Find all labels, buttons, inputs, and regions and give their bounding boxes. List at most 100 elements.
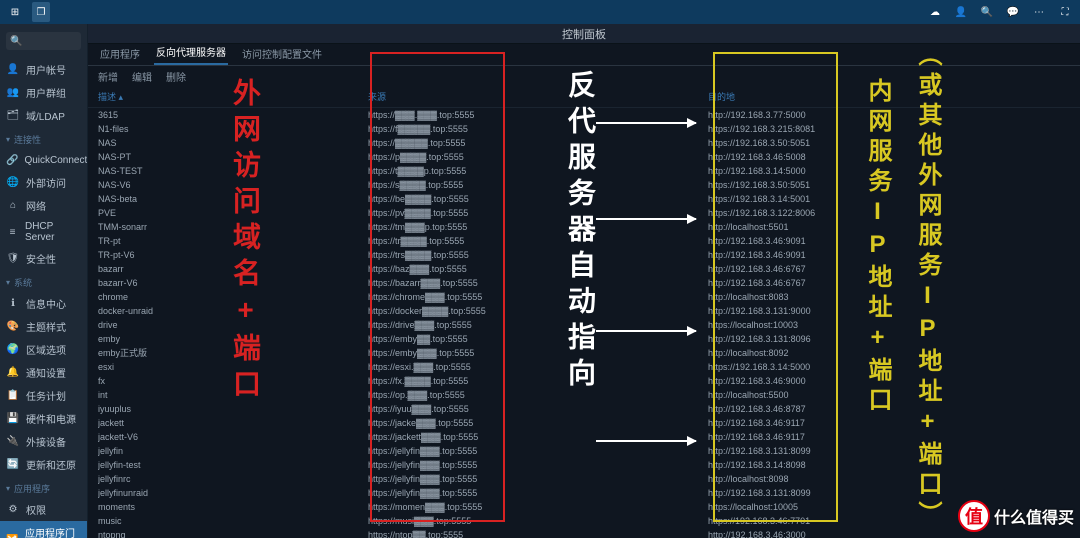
sidebar-icon: 🔗 — [6, 153, 18, 167]
messages-icon[interactable]: 💬 — [1004, 3, 1022, 21]
table-row[interactable]: N1-fileshttps://f▓▓▓▓▓.top:5555https://1… — [98, 122, 1070, 136]
cell-dst: http://192.168.3.46:6767 — [708, 263, 1070, 275]
fullscreen-icon[interactable]: ⛶ — [1056, 3, 1074, 21]
sidebar-group-app[interactable]: 应用程序 — [0, 476, 87, 498]
cell-desc: NAS-beta — [98, 193, 368, 205]
sidebar-item[interactable]: 🌐外部访问 — [0, 171, 87, 194]
cell-src: https://t▓▓▓▓p.top:5555 — [368, 165, 708, 177]
cell-dst: http://localhost:5500 — [708, 389, 1070, 401]
sidebar-item[interactable]: 🎨主题样式 — [0, 315, 87, 338]
table-row[interactable]: NAS-PThttps://p▓▓▓▓.top:5555http://192.1… — [98, 150, 1070, 164]
cell-desc: jackett-V6 — [98, 431, 368, 443]
table-row[interactable]: ntopnghttps://ntop▓▓.top:5555http://192.… — [98, 528, 1070, 538]
cell-src: https://jacke▓▓▓.top:5555 — [368, 417, 708, 429]
cell-desc: fx — [98, 375, 368, 387]
table-row[interactable]: fxhttps://fx.▓▓▓▓.top:5555http://192.168… — [98, 374, 1070, 388]
tab[interactable]: 访问控制配置文件 — [240, 42, 324, 65]
cell-src: https://be▓▓▓▓.top:5555 — [368, 193, 708, 205]
sidebar-item[interactable]: 👤用户帐号 — [0, 58, 87, 81]
col-desc[interactable]: 描述 ▴ — [98, 90, 368, 103]
sidebar-icon: 🗂 — [6, 109, 20, 123]
sidebar-group-sys[interactable]: 系统 — [0, 270, 87, 292]
sidebar-item[interactable]: ℹ信息中心 — [0, 292, 87, 315]
cell-src: https://fx.▓▓▓▓.top:5555 — [368, 375, 708, 387]
tab[interactable]: 应用程序 — [98, 42, 142, 65]
sidebar-item[interactable]: 🛡安全性 — [0, 247, 87, 270]
sidebar-item[interactable]: 🌍区域选项 — [0, 338, 87, 361]
table-row[interactable]: jackett-V6https://jackett▓▓▓.top:5555htt… — [98, 430, 1070, 444]
tab[interactable]: 反向代理服务器 — [154, 40, 228, 65]
table-row[interactable]: NAS-V6https://s▓▓▓▓.top:5555https://192.… — [98, 178, 1070, 192]
more-icon[interactable]: ⋯ — [1030, 3, 1048, 21]
cell-desc: drive — [98, 319, 368, 331]
sidebar-item[interactable]: ≡DHCP Server — [0, 217, 87, 247]
cell-src: https://tm▓▓▓p.top:5555 — [368, 221, 708, 233]
table-row[interactable]: emby正式版https://emby▓▓▓.top:5555http://lo… — [98, 346, 1070, 360]
cell-src: https://musi▓▓▓.top:5555 — [368, 515, 708, 527]
table-row[interactable]: NAS-betahttps://be▓▓▓▓.top:5555https://1… — [98, 192, 1070, 206]
table-row[interactable]: NAS-TESThttps://t▓▓▓▓p.top:5555http://19… — [98, 164, 1070, 178]
cell-src: https://pv▓▓▓▓.top:5555 — [368, 207, 708, 219]
sidebar-item[interactable]: ⚙权限 — [0, 498, 87, 521]
sidebar-label: QuickConnect — [24, 155, 87, 166]
cell-src: https://jellyfin▓▓▓.top:5555 — [368, 445, 708, 457]
cell-dst: https://192.168.3.50:5051 — [708, 179, 1070, 191]
action-button[interactable]: 编辑 — [132, 69, 152, 84]
cell-desc: TR-pt — [98, 235, 368, 247]
sidebar-item[interactable]: 🔔通知设置 — [0, 361, 87, 384]
sidebar-group-conn[interactable]: 连接性 — [0, 127, 87, 149]
action-button[interactable]: 新增 — [98, 69, 118, 84]
table-row[interactable]: bazarr-V6https://bazarr▓▓▓.top:5555http:… — [98, 276, 1070, 290]
table-row[interactable]: drivehttps://drive▓▓▓.top:5555https://lo… — [98, 318, 1070, 332]
table-row[interactable]: TR-pt-V6https://trs▓▓▓▓.top:5555http://1… — [98, 248, 1070, 262]
table-row[interactable]: musichttps://musi▓▓▓.top:5555https://192… — [98, 514, 1070, 528]
table-row[interactable]: jellyfinunraidhttps://jellyfin▓▓▓.top:55… — [98, 486, 1070, 500]
table-row[interactable]: PVEhttps://pv▓▓▓▓.top:5555https://192.16… — [98, 206, 1070, 220]
table-row[interactable]: embyhttps://emby▓▓.top:5555http://192.16… — [98, 332, 1070, 346]
sidebar-item[interactable]: 🔌外接设备 — [0, 430, 87, 453]
table-row[interactable]: momentshttps://momen▓▓▓.top:5555https://… — [98, 500, 1070, 514]
sidebar-label: 网络 — [26, 198, 46, 213]
table-row[interactable]: esxihttps://esxi.▓▓▓.top:5555https://192… — [98, 360, 1070, 374]
sidebar-item[interactable]: 💾硬件和电源 — [0, 407, 87, 430]
table-row[interactable]: TR-pthttps://tr▓▓▓▓.top:5555http://192.1… — [98, 234, 1070, 248]
upload-icon[interactable]: ☁ — [926, 3, 944, 21]
table-row[interactable]: jellyfinhttps://jellyfin▓▓▓.top:5555http… — [98, 444, 1070, 458]
apps-icon[interactable]: ⊞ — [6, 3, 24, 21]
cell-desc: TR-pt-V6 — [98, 249, 368, 261]
window-icon[interactable]: ❐ — [32, 2, 50, 22]
cell-desc: music — [98, 515, 368, 527]
table-row[interactable]: iyuuplushttps://iyuu▓▓▓.top:5555http://1… — [98, 402, 1070, 416]
sidebar-item[interactable]: 🔄更新和还原 — [0, 453, 87, 476]
table-row[interactable]: NAShttps://▓▓▓▓▓.top:5555https://192.168… — [98, 136, 1070, 150]
sidebar-item[interactable]: 👥用户群组 — [0, 81, 87, 104]
col-dst[interactable]: 目的地 — [708, 90, 1070, 103]
search-input[interactable]: 🔍 — [6, 32, 81, 50]
table-row[interactable]: 3615https://▓▓▓.▓▓▓.top:5555http://192.1… — [98, 108, 1070, 122]
table-row[interactable]: jellyfin-testhttps://jellyfin▓▓▓.top:555… — [98, 458, 1070, 472]
cell-desc: jellyfin-test — [98, 459, 368, 471]
table-row[interactable]: jellyfinrchttps://jellyfin▓▓▓.top:5555ht… — [98, 472, 1070, 486]
user-icon[interactable]: 👤 — [952, 3, 970, 21]
cell-dst: https://192.168.3.14:5000 — [708, 361, 1070, 373]
cell-desc: chrome — [98, 291, 368, 303]
table-row[interactable]: inthttps://op.▓▓▓.top:5555http://localho… — [98, 388, 1070, 402]
cell-desc: emby正式版 — [98, 347, 368, 359]
table-row[interactable]: TMM-sonarrhttps://tm▓▓▓p.top:5555http://… — [98, 220, 1070, 234]
action-button[interactable]: 删除 — [166, 69, 186, 84]
sidebar-icon: ≡ — [6, 225, 19, 239]
table-row[interactable]: jacketthttps://jacke▓▓▓.top:5555http://1… — [98, 416, 1070, 430]
sidebar-item[interactable]: 🔗 QuickConnect — [0, 149, 87, 171]
cell-src: https://f▓▓▓▓▓.top:5555 — [368, 123, 708, 135]
table-row[interactable]: bazarrhttps://baz▓▓▓.top:5555http://192.… — [98, 262, 1070, 276]
sidebar-item[interactable]: ⌂网络 — [0, 194, 87, 217]
sidebar-item[interactable]: 🔀应用程序门户 — [0, 521, 87, 538]
sidebar-item[interactable]: 📋任务计划 — [0, 384, 87, 407]
sidebar-item[interactable]: 🗂域/LDAP — [0, 104, 87, 127]
sidebar-label: 外接设备 — [26, 434, 66, 449]
cell-src: https://jellyfin▓▓▓.top:5555 — [368, 487, 708, 499]
search-icon[interactable]: 🔍 — [978, 3, 996, 21]
table-row[interactable]: chromehttps://chrome▓▓▓.top:5555http://l… — [98, 290, 1070, 304]
table-row[interactable]: docker-unraidhttps://docker▓▓▓▓.top:5555… — [98, 304, 1070, 318]
col-src[interactable]: 来源 — [368, 90, 708, 103]
